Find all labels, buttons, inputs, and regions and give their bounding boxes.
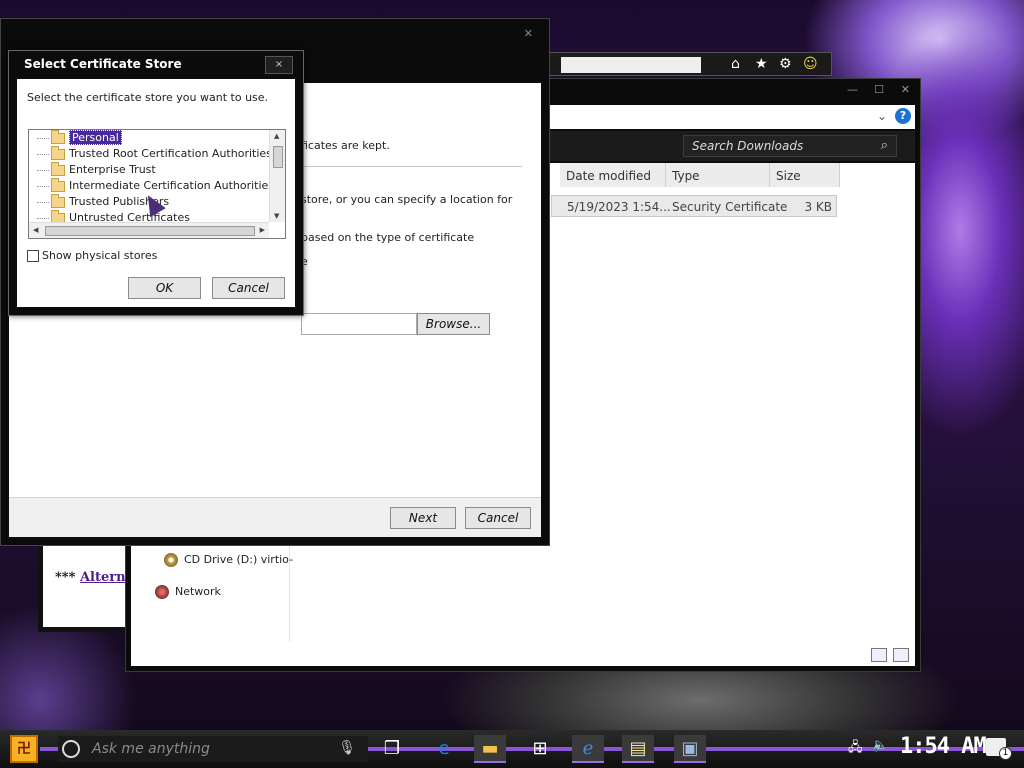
nav-item-label: Network: [175, 585, 221, 598]
folder-icon: [51, 209, 65, 222]
store-icon[interactable]: ⊞: [524, 735, 556, 763]
taskbar-search-placeholder: Ask me anything: [92, 741, 210, 757]
column-size[interactable]: Size: [770, 163, 840, 187]
next-button[interactable]: Next: [390, 507, 456, 529]
show-physical-stores-label: Show physical stores: [42, 249, 158, 262]
cortana-icon: [62, 740, 80, 758]
alternate-link-line: *** Altern: [55, 570, 126, 585]
chevron-down-icon[interactable]: ⌄: [877, 109, 887, 123]
cancel-button[interactable]: Cancel: [465, 507, 531, 529]
certificate-manager-icon[interactable]: ▣: [674, 735, 706, 763]
background-address-box: [561, 57, 701, 73]
show-physical-stores-checkbox[interactable]: [27, 250, 39, 262]
tree-item-label: Enterprise Trust: [69, 163, 156, 176]
dialog-title: Select Certificate Store: [24, 57, 182, 71]
large-icons-view-icon[interactable]: [893, 648, 909, 662]
wizard-footer: Next Cancel: [9, 497, 541, 537]
search-icon: ⌕: [880, 138, 888, 153]
wizard-text-location: store, or you can specify a location for: [301, 193, 513, 206]
column-date-modified[interactable]: Date modified: [560, 163, 666, 187]
certificate-store-field[interactable]: [301, 313, 417, 335]
browse-button[interactable]: Browse...: [417, 313, 490, 335]
select-certificate-store-dialog: Select Certificate Store × Select the ce…: [8, 50, 304, 316]
home-icon[interactable]: ⌂: [731, 56, 740, 72]
start-button[interactable]: 卍: [10, 735, 38, 763]
close-icon[interactable]: ✕: [524, 27, 533, 40]
taskbar-clock[interactable]: 1:54 AM: [900, 734, 987, 759]
file-explorer-icon[interactable]: ▬: [474, 735, 506, 763]
search-placeholder: Search Downloads: [692, 139, 804, 153]
background-toolbar-strip: ⌂ ★ ⚙ ☺: [540, 52, 832, 76]
edge-icon[interactable]: e: [428, 735, 460, 763]
horizontal-scroll-thumb[interactable]: [45, 226, 255, 236]
column-type[interactable]: Type: [666, 163, 770, 187]
scroll-right-icon[interactable]: ▶: [260, 226, 265, 234]
certificate-store-tree[interactable]: Personal Trusted Root Certification Auth…: [28, 129, 286, 239]
horizontal-scrollbar[interactable]: ◀ ▶: [29, 222, 269, 238]
wizard-separator: [299, 166, 522, 167]
details-view-icon[interactable]: [871, 648, 887, 662]
star-icon[interactable]: ★: [755, 56, 768, 72]
dialog-cancel-button[interactable]: Cancel: [212, 277, 285, 299]
close-button[interactable]: ×: [265, 56, 293, 74]
alternate-link[interactable]: Altern: [80, 570, 126, 585]
scroll-up-icon[interactable]: ▲: [274, 132, 279, 140]
link-prefix: ***: [55, 570, 76, 585]
file-size: 3 KB: [804, 200, 832, 214]
wizard-text-kept: ficates are kept.: [301, 139, 390, 152]
folder-icon: [51, 130, 65, 144]
task-view-icon[interactable]: ❐: [376, 735, 408, 763]
background-browser-window: *** Altern: [38, 540, 138, 632]
vertical-scrollbar[interactable]: ▲ ▼: [269, 130, 285, 222]
tree-item-personal[interactable]: Personal: [37, 130, 122, 147]
file-row[interactable]: 5/19/2023 1:54... Security Certificate 3…: [551, 195, 837, 217]
tree-item-label: Personal: [69, 130, 122, 145]
scroll-left-icon[interactable]: ◀: [33, 226, 38, 234]
taskbar: 卍 Ask me anything 🎙 ❐ e ▬ ⊞ ℯ ▤ ▣ 🖧 🔈 1:…: [0, 730, 1024, 768]
cd-drive-icon: [164, 553, 178, 567]
volume-muted-icon[interactable]: 🔈: [872, 738, 888, 753]
tree-item-label: Trusted Root Certification Authorities: [69, 147, 269, 160]
network-icon: [155, 585, 169, 599]
smiley-icon[interactable]: ☺: [803, 56, 818, 72]
close-icon[interactable]: ✕: [901, 83, 910, 96]
dialog-prompt: Select the certificate store you want to…: [27, 91, 269, 104]
tree-item-untrusted[interactable]: Untrusted Certificates: [37, 209, 190, 222]
taskbar-search[interactable]: Ask me anything 🎙: [58, 736, 368, 762]
minimize-icon[interactable]: —: [847, 83, 858, 96]
help-icon[interactable]: ?: [895, 108, 911, 124]
file-date: 5/19/2023 1:54...: [567, 200, 671, 214]
browser-page: *** Altern: [43, 544, 134, 627]
nav-item-label: CD Drive (D:) virtio-: [184, 553, 294, 566]
internet-explorer-icon[interactable]: ℯ: [572, 735, 604, 763]
gear-icon[interactable]: ⚙: [779, 56, 792, 72]
file-type: Security Certificate: [672, 200, 788, 214]
microphone-icon[interactable]: 🎙: [338, 740, 356, 756]
certificate-icon[interactable]: ▤: [622, 735, 654, 763]
vertical-scroll-thumb[interactable]: [273, 146, 283, 168]
network-tray-icon[interactable]: 🖧: [848, 738, 863, 760]
tree-item-trusted-root[interactable]: Trusted Root Certification Authorities: [37, 145, 269, 163]
search-downloads-input[interactable]: Search Downloads ⌕: [683, 135, 897, 157]
wizard-text-type: based on the type of certificate: [301, 231, 475, 244]
nav-item-network[interactable]: Network: [155, 585, 221, 599]
tree-item-label: Untrusted Certificates: [69, 211, 190, 222]
folder-icon: [51, 177, 65, 192]
action-center-icon[interactable]: 1: [986, 738, 1012, 760]
ok-button[interactable]: OK: [128, 277, 201, 299]
scroll-down-icon[interactable]: ▼: [274, 212, 279, 220]
folder-icon: [51, 145, 65, 160]
folder-icon: [51, 161, 65, 176]
folder-icon: [51, 193, 65, 208]
tree-item-label: Intermediate Certification Authorities: [69, 179, 269, 192]
maximize-icon[interactable]: ☐: [874, 83, 884, 96]
nav-item-cd-drive[interactable]: CD Drive (D:) virtio-: [164, 553, 293, 567]
